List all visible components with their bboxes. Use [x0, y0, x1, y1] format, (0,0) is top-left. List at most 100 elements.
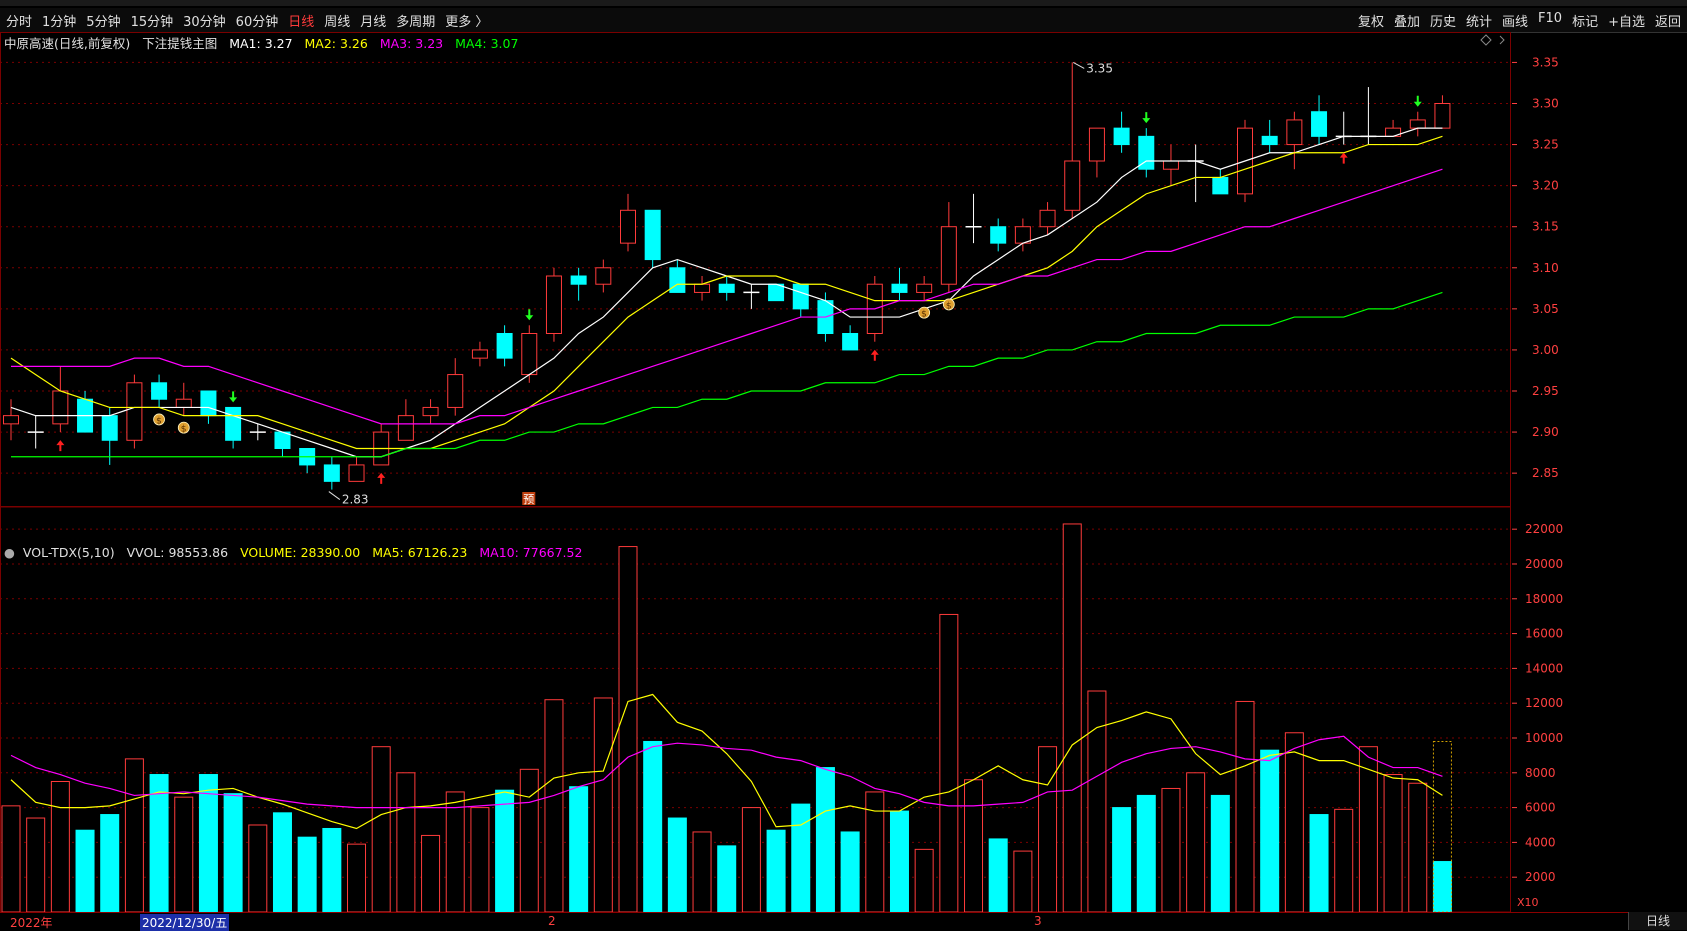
- candle-body: [1409, 119, 1426, 129]
- volume-label: VOLUME: 28390.00: [240, 545, 361, 560]
- volume-bar: [1432, 861, 1452, 912]
- candle-body: [3, 415, 19, 425]
- candle-body: [471, 349, 488, 359]
- volume-tick-label: 22000: [1525, 522, 1563, 536]
- volume-bar: [569, 786, 589, 912]
- month-3-label: 3: [1034, 914, 1042, 928]
- volume-bar: [421, 834, 441, 912]
- volume-bar: [519, 768, 539, 912]
- volume-bar: [988, 838, 1008, 912]
- price-tick-label: 3.30: [1532, 97, 1559, 111]
- action-3[interactable]: 统计: [1466, 11, 1492, 30]
- candle-body: [1434, 103, 1451, 129]
- price-tick-label: 3.15: [1532, 220, 1559, 234]
- volume-bar: [692, 831, 712, 912]
- main-indicator-line: 中原高速(日线,前复权) 下注提钱主图 MA1: 3.27 MA2: 3.26 …: [4, 33, 526, 52]
- candle-body: [1064, 160, 1081, 211]
- period-0[interactable]: 分时: [6, 11, 32, 30]
- volume-bar: [1260, 749, 1280, 912]
- candle-body: [496, 333, 513, 359]
- candle-body: [521, 333, 538, 376]
- kline-chart[interactable]: 3.35 3.30 3.25 3.20 3.15 3.10 3.05 3.00 2.95 2.90…: [0, 32, 1687, 912]
- price-tick-label: 2.85: [1532, 466, 1559, 480]
- volume-bar: [1038, 746, 1058, 912]
- action-8[interactable]: 返回: [1655, 11, 1681, 30]
- volume-bar: [470, 807, 490, 912]
- volume-bar: [815, 767, 835, 912]
- cursor-date: 2022/12/30/五: [140, 914, 230, 931]
- period-5[interactable]: 60分钟: [236, 11, 279, 30]
- candle-body: [126, 382, 143, 441]
- period-2[interactable]: 5分钟: [86, 11, 120, 30]
- volume-bar: [914, 848, 934, 912]
- price-tick-label: 3.05: [1532, 302, 1559, 316]
- volume-bar: [667, 817, 687, 912]
- buy-arrow-icon: [1339, 152, 1348, 164]
- formula-name[interactable]: 下注提钱主图: [142, 36, 217, 51]
- candle-body: [792, 283, 809, 310]
- volume-bar: [1136, 794, 1156, 912]
- ma4-label: MA4: 3.07: [455, 36, 519, 51]
- volume-bar: [544, 699, 564, 912]
- volume-tick-label: 6000: [1525, 801, 1556, 815]
- candle-body: [644, 209, 661, 261]
- period-indicator[interactable]: 日线: [1628, 912, 1687, 930]
- candle-body: [422, 406, 439, 417]
- volume-bar: [445, 791, 465, 912]
- period-toolbar: 分时 1分钟 5分钟 15分钟 30分钟 60分钟 日线 周线 月线 多周期 更多 〉 复权 叠加 历史…: [0, 8, 1687, 33]
- period-9[interactable]: 多周期: [396, 11, 435, 30]
- volume-bar: [1087, 690, 1107, 912]
- price-tick-label: 3.00: [1532, 343, 1559, 357]
- period-1[interactable]: 1分钟: [42, 11, 76, 30]
- ma2-label: MA2: 3.26: [304, 36, 368, 51]
- candle-body: [545, 275, 562, 334]
- action-6[interactable]: 标记: [1572, 11, 1598, 30]
- vol-indicator-name[interactable]: VOL-TDX(5,10): [23, 545, 115, 560]
- candle-body: [200, 390, 217, 417]
- volume-bar: [272, 812, 292, 912]
- volume-bar: [1383, 774, 1403, 912]
- volume-bar: [396, 772, 416, 912]
- period-7[interactable]: 周线: [324, 11, 350, 30]
- money-bag-glyph: $: [946, 301, 952, 311]
- candle-body: [447, 374, 464, 408]
- period-selector: 分时 1分钟 5分钟 15分钟 30分钟 60分钟 日线 周线 月线 多周期 更多 〉: [6, 11, 488, 30]
- candle-body: [1162, 160, 1179, 170]
- volume-bar: [741, 807, 761, 912]
- candle-body: [570, 275, 587, 285]
- action-4[interactable]: 画线: [1502, 11, 1528, 30]
- candle-body: [52, 390, 69, 425]
- period-6[interactable]: 日线: [288, 11, 314, 30]
- sell-arrow-icon: [229, 391, 238, 403]
- period-4[interactable]: 30分钟: [183, 11, 226, 30]
- collapse-icon[interactable]: ●: [4, 545, 15, 560]
- candle-body: [891, 283, 908, 293]
- candle-body: [1261, 135, 1278, 146]
- action-1[interactable]: 叠加: [1394, 11, 1420, 30]
- period-3[interactable]: 15分钟: [131, 11, 174, 30]
- volume-bar: [50, 780, 70, 912]
- volume-bar: [1235, 700, 1255, 912]
- volume-bar: [889, 810, 909, 912]
- period-10[interactable]: 更多 〉: [445, 11, 488, 30]
- volume-bar: [618, 546, 638, 912]
- volume-bar: [1013, 850, 1033, 912]
- candle-body: [990, 226, 1007, 244]
- title-bar: [0, 0, 1687, 6]
- action-2[interactable]: 历史: [1430, 11, 1456, 30]
- volume-tick-label: 4000: [1525, 835, 1556, 849]
- action-0[interactable]: 复权: [1358, 11, 1384, 30]
- candle-body: [1113, 127, 1130, 146]
- period-8[interactable]: 月线: [360, 11, 386, 30]
- candle-body: [323, 464, 340, 482]
- candle-body: [1311, 111, 1328, 137]
- candle-body: [718, 283, 735, 293]
- date-axis: [0, 912, 1687, 931]
- candle-body: [1039, 209, 1056, 228]
- volume-bar: [1334, 808, 1354, 912]
- action-7[interactable]: +自选: [1608, 11, 1645, 30]
- chevron-right-icon: [1499, 35, 1505, 45]
- candle-body: [620, 209, 636, 244]
- price-tick-label: 3.10: [1532, 261, 1559, 275]
- action-5[interactable]: F10: [1538, 11, 1562, 30]
